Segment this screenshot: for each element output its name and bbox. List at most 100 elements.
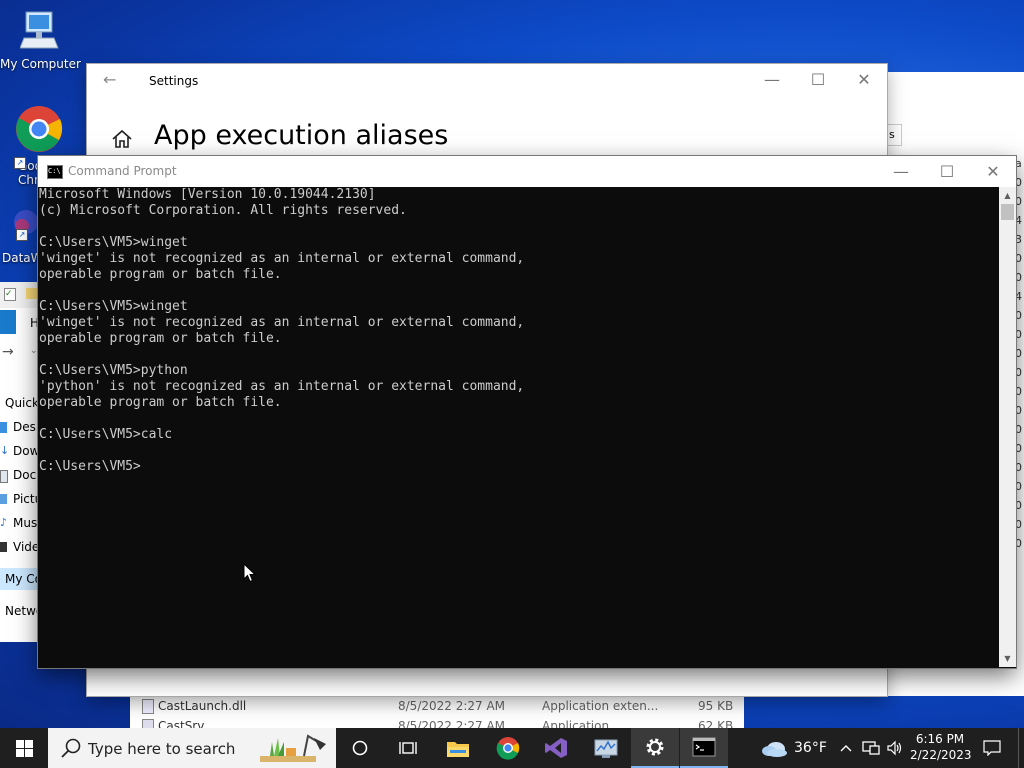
- console-line: Microsoft Windows [Version 10.0.19044.21…: [39, 187, 376, 202]
- computer-icon: [19, 11, 59, 49]
- checkbox-icon: ✓: [4, 288, 16, 301]
- cmd-titlebar[interactable]: C:\ Command Prompt — ☐ ✕: [38, 156, 1016, 187]
- close-button[interactable]: ✕: [841, 64, 887, 96]
- folder-icon: [447, 742, 469, 757]
- taskbar-command-prompt[interactable]: [680, 728, 728, 768]
- taskbar-chrome[interactable]: [484, 728, 532, 768]
- console-line: C:\Users\VM5>calc: [39, 427, 173, 442]
- file-name: CastSrv: [158, 719, 205, 728]
- desktop-icon-my-computer[interactable]: My Computer: [0, 8, 81, 71]
- desktop-icon-label: DataW: [2, 251, 43, 265]
- tray-clock[interactable]: 6:16 PM 2/22/2023: [910, 731, 972, 763]
- search-placeholder: Type here to search: [88, 740, 236, 758]
- start-button[interactable]: [0, 728, 48, 768]
- taskbar-performance-monitor[interactable]: [582, 728, 630, 768]
- command-prompt-icon: C:\: [47, 165, 63, 179]
- column-fragment: 0: [1015, 309, 1022, 322]
- column-fragment: 0: [1015, 404, 1022, 417]
- mouse-pointer-icon: [243, 563, 257, 583]
- explorer-right-column: a 0 0 4 3 0 0 4 0 0 0 0 0 0 0 0 0 0 0 0 …: [1015, 154, 1024, 553]
- shortcut-arrow-icon: ↗: [14, 157, 26, 169]
- console-output[interactable]: Microsoft Windows [Version 10.0.19044.21…: [39, 187, 997, 667]
- chrome-icon: [16, 106, 63, 152]
- search-icon: [61, 738, 81, 758]
- explorer-file-list: CastLaunch.dll 8/5/2022 2:27 AM Applicat…: [130, 696, 744, 728]
- cortana-circle-icon: [352, 740, 368, 756]
- cmd-window-title: Command Prompt: [68, 164, 177, 178]
- desktop-icon-label: My Computer: [0, 57, 81, 71]
- close-button[interactable]: ✕: [970, 156, 1016, 187]
- file-type: Application exten...: [542, 699, 659, 713]
- column-fragment: 0: [1015, 347, 1022, 360]
- search-highlight-illustration-icon: [260, 734, 326, 762]
- pictures-icon: [0, 494, 7, 504]
- back-arrow-icon[interactable]: →: [2, 344, 14, 360]
- column-fragment: 0: [1015, 176, 1022, 189]
- console-line: 'winget' is not recognized as an interna…: [39, 315, 525, 330]
- performance-monitor-icon: [594, 739, 618, 758]
- column-fragment: 0: [1015, 423, 1022, 436]
- console-line: C:\Users\VM5>winget: [39, 235, 188, 250]
- console-line: operable program or batch file.: [39, 395, 282, 410]
- console-line: C:\Users\VM5>python: [39, 363, 188, 378]
- command-prompt-icon: [692, 737, 716, 757]
- command-prompt-window[interactable]: C:\ Command Prompt — ☐ ✕ Microsoft Windo…: [38, 156, 1016, 668]
- nav-item-my-computer[interactable]: My Co: [0, 568, 42, 590]
- tray-network[interactable]: [860, 728, 882, 768]
- download-icon: ↓: [0, 444, 10, 457]
- explorer-ribbon-tab-file[interactable]: [0, 310, 16, 334]
- file-type: Application: [542, 719, 610, 728]
- console-line: operable program or batch file.: [39, 267, 282, 282]
- column-fragment: 0: [1015, 195, 1022, 208]
- table-row[interactable]: CastLaunch.dll 8/5/2022 2:27 AM Applicat…: [130, 696, 744, 718]
- settings-titlebar[interactable]: ← Settings — ☐ ✕: [87, 64, 887, 98]
- maximize-button[interactable]: ☐: [924, 156, 970, 187]
- minimize-button[interactable]: —: [878, 156, 924, 187]
- chrome-icon: [496, 737, 520, 760]
- column-fragment: 0: [1015, 537, 1022, 550]
- back-arrow-icon[interactable]: ←: [103, 70, 116, 89]
- document-icon: [0, 470, 8, 483]
- task-view-button[interactable]: [384, 728, 432, 768]
- table-row[interactable]: CastSrv 8/5/2022 2:27 AM Application 62 …: [130, 716, 744, 728]
- taskbar-settings[interactable]: [631, 728, 679, 768]
- column-fragment: 0: [1015, 271, 1022, 284]
- home-icon[interactable]: [111, 128, 133, 150]
- taskbar-visual-studio[interactable]: [532, 728, 580, 768]
- file-date: 8/5/2022 2:27 AM: [398, 719, 506, 728]
- shortcut-arrow-icon: ↗: [16, 229, 28, 241]
- dll-file-icon: [142, 699, 154, 714]
- scroll-thumb[interactable]: [1001, 204, 1014, 220]
- music-note-icon: ♪: [0, 516, 8, 529]
- show-desktop-button[interactable]: [1018, 728, 1024, 768]
- vertical-scrollbar[interactable]: ▲ ▼: [999, 187, 1016, 667]
- file-explorer-window[interactable]: ✓ H → ⌄ Quick Desk ↓ Dow Docu Pictu ♪ Mu…: [0, 282, 44, 642]
- video-icon: [0, 542, 7, 552]
- tray-volume[interactable]: [884, 728, 906, 768]
- weather-temperature: 36°F: [794, 740, 827, 756]
- scroll-down-arrow-icon[interactable]: ▼: [999, 650, 1016, 667]
- column-fragment: 0: [1015, 480, 1022, 493]
- chevron-down-icon[interactable]: ⌄: [30, 346, 38, 356]
- explorer-tab-fragment[interactable]: s: [887, 124, 902, 146]
- desktop-folder-icon: [0, 422, 7, 433]
- cortana-button[interactable]: [336, 728, 384, 768]
- maximize-button[interactable]: ☐: [795, 64, 841, 96]
- column-fragment: 0: [1015, 442, 1022, 455]
- speaker-icon: [887, 740, 902, 756]
- scroll-up-arrow-icon[interactable]: ▲: [999, 187, 1016, 204]
- action-center-button[interactable]: [976, 728, 1008, 768]
- desktop-icon-datawrapper[interactable]: ↗ DataW: [2, 206, 43, 265]
- column-fragment: 0: [1015, 461, 1022, 474]
- console-line: 'python' is not recognized as an interna…: [39, 379, 525, 394]
- weather-widget[interactable]: 36°F: [760, 728, 832, 768]
- taskbar-search-box[interactable]: Type here to search: [48, 728, 336, 768]
- taskbar-file-explorer[interactable]: [434, 728, 482, 768]
- minimize-button[interactable]: —: [749, 64, 795, 96]
- tray-show-hidden-icons[interactable]: [836, 728, 856, 768]
